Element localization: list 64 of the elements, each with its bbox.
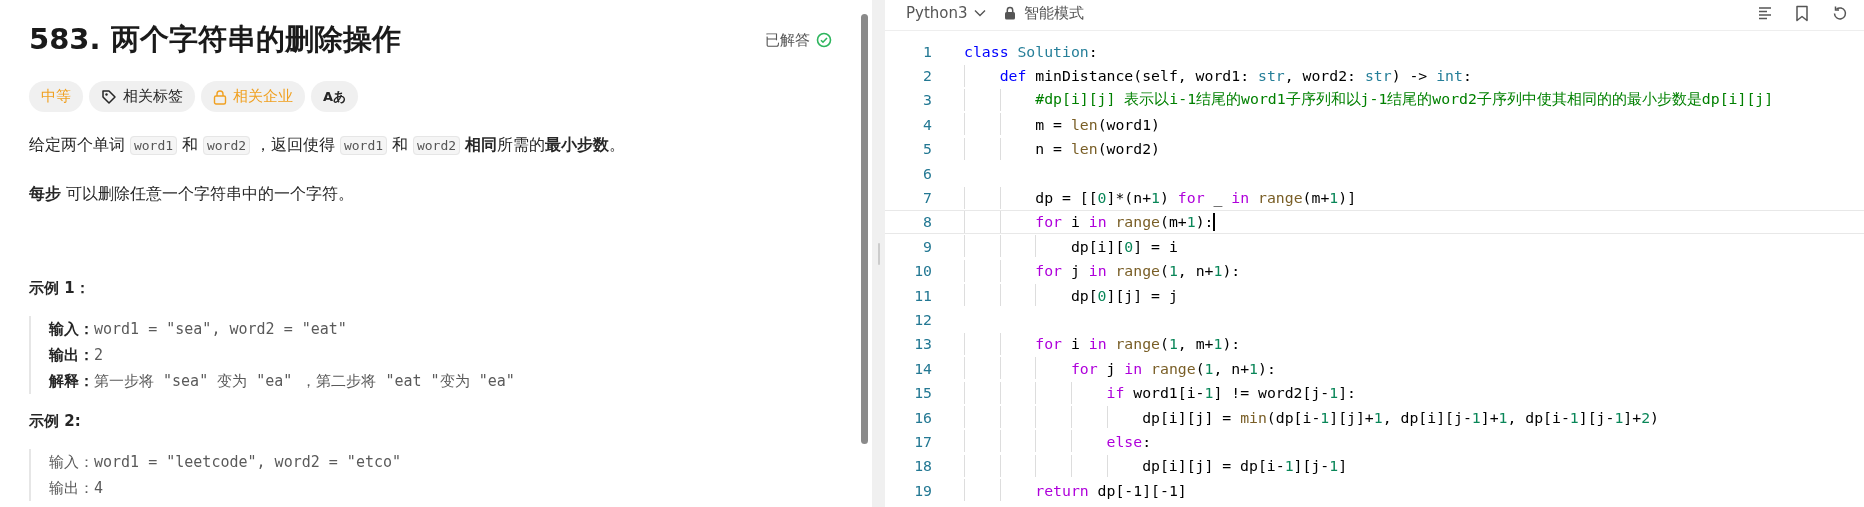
line-number: 5	[922, 140, 932, 158]
mode-label: 智能模式	[1023, 3, 1084, 23]
lock-icon	[1003, 6, 1016, 20]
line-number: 14	[913, 359, 932, 377]
code-line[interactable]: else:	[1106, 432, 1152, 450]
line-number: 3	[922, 91, 932, 109]
code-line[interactable]: n = len(word2)	[1035, 140, 1160, 158]
problem-title: 583. 两个字符串的删除操作	[29, 21, 402, 58]
step-note: 每步 可以删除任意一个字符串中的一个字符。	[29, 184, 355, 205]
example-line: 输入：word1 = "sea", word2 = "eat"	[49, 319, 348, 340]
example-line: 解释：第一步将 "sea" 变为 "ea" ，第二步将 "eat "变为 "ea"	[49, 371, 516, 392]
line-number: 11	[913, 286, 932, 304]
line-number: 6	[922, 164, 932, 182]
line-number: 15	[913, 384, 932, 402]
code-line[interactable]: #dp[i][j] 表示以i-1结尾的word1子序列和以j-1结尾的word2子序列中使其相同的的最小步数是dp[i][j]	[1035, 90, 1774, 110]
line-number: 18	[913, 457, 932, 475]
tag-label: 相关企业	[233, 87, 293, 106]
language-dropdown[interactable]: Python3	[906, 4, 986, 22]
line-number: 19	[913, 481, 932, 499]
bookmark-icon[interactable]	[1795, 4, 1809, 22]
line-number: 17	[913, 432, 932, 450]
line-number: 10	[913, 262, 932, 280]
code-line[interactable]: dp[i][j] = dp[i-1][j-1]	[1142, 457, 1348, 475]
code-line[interactable]: dp = [[0]*(n+1) for _ in range(m+1)]	[1035, 189, 1357, 207]
example-line: 输入：word1 = "leetcode", word2 = "etco"	[49, 452, 403, 473]
line-number: 4	[922, 115, 932, 133]
code-line[interactable]: for i in range(m+1):	[1035, 213, 1214, 231]
line-number: 12	[913, 311, 932, 328]
code-line[interactable]: def minDistance(self, word1: str, word2: str) -> int:	[999, 67, 1472, 85]
lock-icon	[213, 88, 227, 105]
code-line[interactable]: return dp[-1][-1]	[1035, 481, 1187, 499]
example-heading: 示例 1：	[29, 279, 91, 298]
code-line[interactable]: for i in range(1, m+1):	[1035, 335, 1241, 353]
solved-status: 已解答	[765, 30, 810, 50]
code-line[interactable]: dp[0][j] = j	[1070, 286, 1178, 304]
tag-icon	[101, 88, 117, 105]
tag-label: 相关标签	[123, 87, 183, 106]
code-line[interactable]: dp[i][0] = i	[1070, 237, 1178, 255]
text-cursor	[1213, 212, 1216, 231]
code-line[interactable]: for j in range(1, n+1):	[1035, 262, 1241, 280]
line-number: 16	[913, 408, 932, 426]
topics-tag[interactable]: 相关标签	[89, 81, 195, 112]
splitter-handle[interactable]	[877, 242, 880, 265]
example-line: 输出：4	[49, 478, 105, 499]
description-text: 给定两个单词 word1 和 word2 ，返回使得 word1 和 word2 相同所需的最小步数。	[29, 135, 626, 157]
line-number: 2	[922, 67, 932, 85]
reset-icon[interactable]	[1831, 4, 1848, 22]
chevron-down-icon	[973, 9, 986, 17]
line-number: 8	[922, 213, 932, 231]
check-circle-icon	[816, 32, 832, 48]
scrollbar[interactable]	[861, 14, 868, 444]
example-heading: 示例 2:	[29, 412, 82, 431]
line-number: 1	[922, 42, 932, 60]
translate-button[interactable]: Aあ	[311, 81, 359, 112]
code-line[interactable]: dp[i][j] = min(dp[i-1][j]+1, dp[i][j-1]+1, dp[i-1][j-1]+2)	[1142, 408, 1659, 426]
code-line[interactable]: for j in range(1, n+1):	[1070, 359, 1276, 377]
line-number: 7	[922, 189, 932, 207]
format-icon[interactable]	[1757, 5, 1773, 21]
line-number: 13	[913, 335, 932, 353]
example-line: 输出：2	[49, 345, 105, 366]
code-line[interactable]: if word1[i-1] != word2[j-1]:	[1106, 384, 1356, 402]
code-line[interactable]: m = len(word1)	[1035, 115, 1160, 133]
line-number: 9	[922, 237, 932, 255]
code-line[interactable]: class Solution:	[964, 42, 1098, 60]
